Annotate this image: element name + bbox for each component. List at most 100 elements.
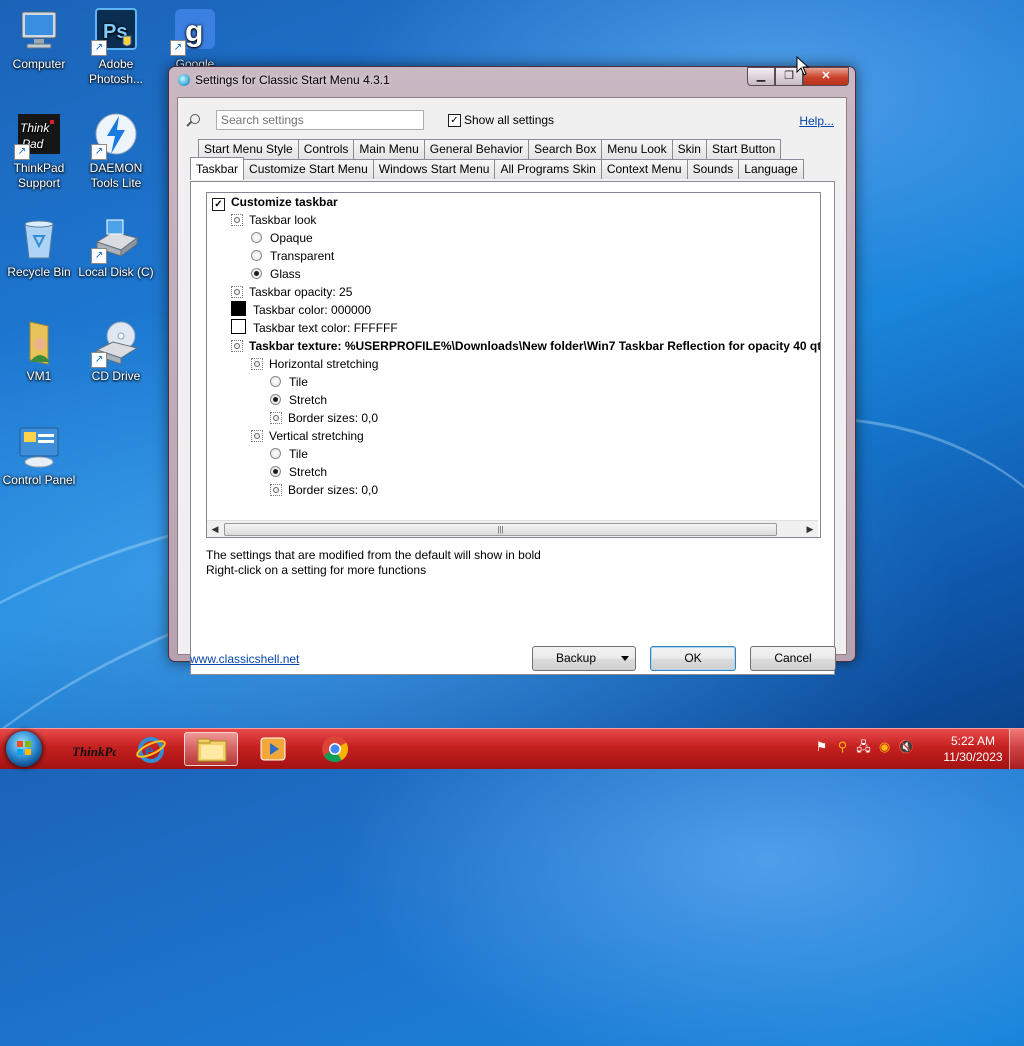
setting-horizontal-stretching[interactable]: Horizontal stretching bbox=[251, 355, 378, 373]
taskbar-tab-panel: ✓ Customize taskbar Taskbar look Opaque T… bbox=[190, 181, 835, 675]
desktop-icon-label: ThinkPad Support bbox=[13, 161, 65, 190]
tab-language[interactable]: Language bbox=[738, 159, 804, 179]
setting-taskbar-text-color[interactable]: Taskbar text color: FFFFFF bbox=[231, 319, 398, 337]
dialog-titlebar[interactable]: Settings for Classic Start Menu 4.3.1 ▁ … bbox=[169, 67, 855, 93]
tab-sounds[interactable]: Sounds bbox=[686, 159, 740, 179]
classic-shell-icon bbox=[178, 74, 190, 86]
desktop-icon-thinkpad-support[interactable]: Think Pad ↗ ThinkPad Support bbox=[0, 112, 80, 191]
backup-button[interactable]: Backup bbox=[532, 646, 636, 671]
search-input[interactable] bbox=[216, 110, 424, 130]
search-icon bbox=[190, 114, 200, 124]
svg-text:Think: Think bbox=[20, 121, 50, 135]
search-tray-icon[interactable]: ⚲ bbox=[835, 739, 850, 754]
tab-search-box[interactable]: Search Box bbox=[528, 139, 603, 159]
shortcut-arrow-icon: ↗ bbox=[91, 248, 107, 264]
setting-taskbar-look[interactable]: Taskbar look bbox=[231, 211, 316, 229]
note-right-click: Right-click on a setting for more functi… bbox=[206, 563, 427, 577]
setting-vertical-stretching[interactable]: Vertical stretching bbox=[251, 427, 364, 445]
setting-h-border-sizes[interactable]: Border sizes: 0,0 bbox=[270, 409, 378, 427]
desktop-icon-photoshop[interactable]: Ps ↗ Adobe Photosh... bbox=[75, 8, 157, 87]
option-h-tile[interactable]: Tile bbox=[270, 373, 308, 391]
checkbox-checked[interactable]: ✓ bbox=[448, 113, 461, 127]
settings-gear-icon bbox=[231, 286, 243, 298]
clock-date: 11/30/2023 bbox=[943, 750, 1003, 764]
scrollbar-thumb[interactable]: ||| bbox=[224, 523, 777, 536]
svg-text:ThinkPad: ThinkPad bbox=[72, 744, 116, 759]
settings-gear-icon bbox=[231, 214, 243, 226]
settings-gear-icon bbox=[270, 484, 282, 496]
taskbar-clock[interactable]: 5:22 AM 11/30/2023 bbox=[940, 733, 1006, 765]
update-icon[interactable]: ◉ bbox=[877, 739, 892, 754]
show-all-settings-checkbox[interactable]: ✓ Show all settings bbox=[448, 113, 554, 127]
desktop-icon-vm1[interactable]: VM1 bbox=[0, 320, 80, 384]
option-h-stretch[interactable]: Stretch bbox=[270, 391, 327, 409]
horizontal-scrollbar[interactable]: ◀ ||| ▶ bbox=[207, 520, 818, 537]
tab-general-behavior[interactable]: General Behavior bbox=[423, 139, 530, 159]
setting-taskbar-color[interactable]: Taskbar color: 000000 bbox=[231, 301, 371, 319]
network-icon[interactable]: 🖧 bbox=[856, 739, 871, 754]
help-link[interactable]: Help... bbox=[799, 114, 834, 128]
desktop-icon-control-panel[interactable]: Control Panel bbox=[0, 424, 80, 488]
website-link[interactable]: www.classicshell.net bbox=[190, 652, 299, 666]
radio-button-selected[interactable] bbox=[270, 466, 281, 477]
hard-disk-icon: ↗ bbox=[91, 216, 139, 264]
desktop-icon-daemon-tools[interactable]: ↗ DAEMON Tools Lite bbox=[75, 112, 157, 191]
option-glass[interactable]: Glass bbox=[251, 265, 301, 283]
taskbar-file-explorer-icon[interactable] bbox=[184, 732, 238, 766]
desktop-icon-recycle-bin[interactable]: Recycle Bin bbox=[0, 216, 80, 280]
desktop-icon-google[interactable]: g ↗ Google bbox=[154, 8, 236, 72]
desktop-icon-label: Control Panel bbox=[2, 473, 76, 487]
taskbar-media-player-icon[interactable] bbox=[246, 732, 300, 766]
setting-taskbar-texture[interactable]: Taskbar texture: %USERPROFILE%\Downloads… bbox=[231, 337, 820, 355]
setting-v-border-sizes[interactable]: Border sizes: 0,0 bbox=[270, 481, 378, 499]
tab-context-menu[interactable]: Context Menu bbox=[600, 159, 688, 179]
tab-main-menu[interactable]: Main Menu bbox=[353, 139, 425, 159]
action-center-flag-icon[interactable]: ⚑ bbox=[814, 739, 829, 754]
minimize-button[interactable]: ▁ bbox=[747, 67, 775, 86]
settings-gear-icon bbox=[270, 412, 282, 424]
option-opaque[interactable]: Opaque bbox=[251, 229, 313, 247]
scroll-left-arrow-icon[interactable]: ◀ bbox=[207, 521, 223, 537]
option-v-tile[interactable]: Tile bbox=[270, 445, 308, 463]
volume-muted-icon[interactable]: 🔇 bbox=[898, 739, 914, 754]
taskbar-internet-explorer-icon[interactable]: e bbox=[124, 732, 178, 766]
desktop-icon-local-disk[interactable]: ↗ Local Disk (C) bbox=[75, 216, 157, 280]
tab-taskbar[interactable]: Taskbar bbox=[190, 157, 245, 180]
tab-windows-start-menu[interactable]: Windows Start Menu bbox=[372, 159, 496, 179]
radio-button-selected[interactable] bbox=[251, 268, 262, 279]
checkbox-checked[interactable]: ✓ bbox=[212, 198, 225, 211]
radio-button-selected[interactable] bbox=[270, 394, 281, 405]
show-desktop-button[interactable] bbox=[1009, 729, 1024, 769]
setting-taskbar-opacity[interactable]: Taskbar opacity: 25 bbox=[231, 283, 352, 301]
radio-button[interactable] bbox=[251, 250, 262, 261]
tab-all-programs-skin[interactable]: All Programs Skin bbox=[494, 159, 602, 179]
tab-customize-start-menu[interactable]: Customize Start Menu bbox=[243, 159, 374, 179]
desktop-icon-cd-drive[interactable]: ↗ CD Drive bbox=[75, 320, 157, 384]
shortcut-arrow-icon: ↗ bbox=[91, 144, 107, 160]
dialog-title: Settings for Classic Start Menu 4.3.1 bbox=[195, 73, 390, 87]
start-button-windows-icon[interactable] bbox=[6, 731, 42, 767]
tab-start-menu-style[interactable]: Start Menu Style bbox=[198, 139, 299, 159]
scroll-right-arrow-icon[interactable]: ▶ bbox=[802, 521, 818, 537]
taskbar-thinkpad-icon[interactable]: ThinkPad bbox=[62, 732, 126, 766]
tab-skin[interactable]: Skin bbox=[671, 139, 707, 159]
cancel-button[interactable]: Cancel bbox=[750, 646, 836, 671]
taskbar-chrome-icon[interactable] bbox=[308, 732, 362, 766]
tab-start-button[interactable]: Start Button bbox=[705, 139, 782, 159]
tab-controls[interactable]: Controls bbox=[297, 139, 355, 159]
desktop-icon-computer[interactable]: Computer bbox=[0, 8, 80, 72]
user-folder-icon bbox=[16, 320, 62, 366]
option-transparent[interactable]: Transparent bbox=[251, 247, 334, 265]
tab-menu-look[interactable]: Menu Look bbox=[601, 139, 673, 159]
tab-row-1: Start Menu Style Controls Main Menu Gene… bbox=[198, 139, 782, 159]
ok-button[interactable]: OK bbox=[650, 646, 736, 671]
control-panel-icon bbox=[16, 424, 62, 470]
desktop-icon-label: Local Disk (C) bbox=[78, 265, 154, 279]
desktop-icon-label: VM1 bbox=[26, 369, 52, 383]
desktop-icon-label: Adobe Photosh... bbox=[88, 57, 144, 86]
option-v-stretch[interactable]: Stretch bbox=[270, 463, 327, 481]
setting-customize-taskbar[interactable]: ✓ Customize taskbar bbox=[212, 193, 338, 211]
radio-button[interactable] bbox=[270, 376, 281, 387]
radio-button[interactable] bbox=[251, 232, 262, 243]
radio-button[interactable] bbox=[270, 448, 281, 459]
